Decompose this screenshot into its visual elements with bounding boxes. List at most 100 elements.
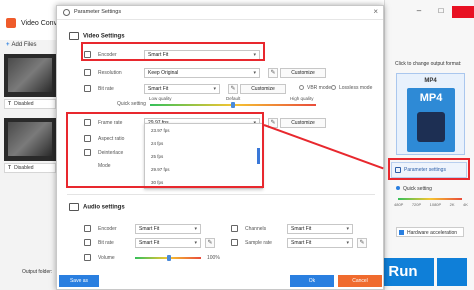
frame-rate-highlight-box bbox=[66, 112, 264, 188]
channels-value: Smart Fit bbox=[291, 226, 312, 232]
tick-label: 480P bbox=[394, 202, 404, 207]
hardware-acceleration-toggle[interactable]: Hardware acceleration bbox=[396, 227, 464, 237]
audio-encoder-icon bbox=[84, 225, 91, 232]
volume-label: Volume bbox=[98, 255, 115, 261]
dialog-titlebar: Parameter Settings × bbox=[57, 6, 383, 20]
add-files-label: Add Files bbox=[11, 42, 37, 48]
resolution-customize-button[interactable]: Customize bbox=[280, 68, 326, 78]
resolution-select[interactable]: Keep Original ▾ bbox=[144, 68, 260, 78]
pencil-icon[interactable]: ✎ bbox=[228, 84, 238, 94]
disabled-tag[interactable]: T Disabled bbox=[4, 163, 56, 173]
video-thumbnail[interactable] bbox=[4, 54, 56, 97]
output-folder-label: Output folder: bbox=[22, 269, 53, 275]
video-thumbnail[interactable] bbox=[4, 118, 56, 161]
chevron-down-icon: ▾ bbox=[194, 226, 197, 232]
checkbox-icon bbox=[399, 230, 404, 235]
radio-circle-icon bbox=[299, 85, 304, 91]
quick-setting-ticks: 480P 720P 1080P 2K 4K bbox=[394, 202, 468, 207]
audio-bitrate-value: Smart Fit bbox=[139, 240, 160, 246]
quick-setting-slider[interactable] bbox=[398, 198, 462, 200]
chevron-down-icon: ▾ bbox=[213, 86, 216, 92]
video-settings-heading: Video Settings bbox=[69, 32, 125, 40]
lossless-mode-label: Lossless mode bbox=[339, 85, 373, 91]
tick-label: 4K bbox=[463, 202, 468, 207]
sample-rate-select[interactable]: Smart Fit ▾ bbox=[287, 238, 353, 248]
radio-circle-icon bbox=[331, 85, 336, 91]
bitrate-customize-button[interactable]: Customize bbox=[240, 84, 286, 94]
tick-label: 720P bbox=[411, 202, 422, 207]
close-icon[interactable]: × bbox=[373, 7, 378, 16]
chevron-down-icon: ▾ bbox=[346, 226, 349, 232]
quick-setting-label: Quick setting bbox=[396, 186, 432, 192]
hardware-acceleration-label: Hardware acceleration bbox=[407, 230, 458, 236]
video-bitrate-select[interactable]: Smart Fit ▾ bbox=[144, 84, 220, 94]
gear-icon bbox=[63, 9, 70, 16]
alarm-clock-button[interactable] bbox=[437, 258, 467, 286]
output-format-label: Click to change output format: bbox=[395, 61, 462, 67]
audio-encoder-value: Smart Fit bbox=[139, 226, 160, 232]
section-divider bbox=[67, 194, 375, 195]
save-as-button[interactable]: Save as bbox=[59, 275, 99, 287]
video-bitrate-label: Bit rate bbox=[98, 86, 114, 92]
audio-settings-title: Audio settings bbox=[83, 204, 125, 211]
quick-setting-dot-icon bbox=[396, 186, 400, 190]
channels-select[interactable]: Smart Fit ▾ bbox=[287, 224, 353, 234]
ok-button[interactable]: Ok bbox=[290, 275, 334, 287]
lossless-mode-radio[interactable]: Lossless mode bbox=[331, 85, 372, 91]
tick-label: 1080P bbox=[429, 202, 442, 207]
low-quality-label: Low quality bbox=[149, 96, 172, 101]
cancel-button[interactable]: Cancel bbox=[338, 275, 382, 287]
volume-slider-thumb[interactable] bbox=[167, 255, 171, 261]
pencil-icon[interactable]: ✎ bbox=[205, 238, 215, 248]
mp4-format-icon: MP4 bbox=[407, 88, 455, 152]
add-files-button[interactable]: + Add Files bbox=[6, 42, 37, 48]
video-settings-title: Video Settings bbox=[83, 33, 125, 40]
resolution-icon bbox=[84, 69, 91, 76]
vbr-mode-radio[interactable]: VBR mode bbox=[299, 85, 331, 91]
default-quality-label: Default bbox=[226, 96, 241, 101]
pencil-icon[interactable]: ✎ bbox=[268, 68, 278, 78]
quick-setting-text: Quick setting bbox=[403, 186, 432, 192]
plus-icon: + bbox=[6, 42, 10, 48]
audio-bitrate-label: Bit rate bbox=[98, 240, 114, 246]
audio-settings-heading: Audio settings bbox=[69, 203, 125, 211]
sample-rate-icon bbox=[231, 239, 238, 246]
video-quick-setting-label: Quick setting bbox=[117, 101, 146, 107]
parameter-settings-highlight-box bbox=[388, 158, 470, 180]
maximize-icon[interactable]: □ bbox=[430, 6, 452, 18]
tick-label: 2K bbox=[449, 202, 455, 207]
bitrate-icon bbox=[84, 85, 91, 92]
vbr-mode-label: VBR mode bbox=[307, 85, 332, 91]
channels-icon bbox=[231, 225, 238, 232]
sample-rate-label: Sample rate bbox=[245, 240, 272, 246]
thumbnail-image bbox=[8, 122, 52, 156]
frame-rate-customize-button[interactable]: Customize bbox=[280, 118, 326, 128]
chevron-down-icon: ▾ bbox=[253, 70, 256, 76]
video-bitrate-value: Smart Fit bbox=[148, 86, 169, 92]
dialog-title: Parameter Settings bbox=[74, 9, 122, 15]
disabled-tag[interactable]: T Disabled bbox=[4, 99, 56, 109]
app-logo-icon bbox=[6, 18, 16, 28]
thumbnail-image bbox=[8, 58, 52, 92]
close-window-button[interactable] bbox=[452, 6, 474, 18]
output-format-selector[interactable]: MP4 MP4 bbox=[396, 73, 465, 155]
audio-encoder-label: Encoder bbox=[98, 226, 117, 232]
audio-icon bbox=[69, 203, 79, 211]
encoder-highlight-box bbox=[81, 42, 265, 61]
sample-rate-value: Smart Fit bbox=[291, 240, 312, 246]
audio-bitrate-select[interactable]: Smart Fit ▾ bbox=[135, 238, 201, 248]
pencil-icon[interactable]: ✎ bbox=[357, 238, 367, 248]
audio-encoder-select[interactable]: Smart Fit ▾ bbox=[135, 224, 201, 234]
minimize-icon[interactable]: – bbox=[408, 6, 430, 18]
subtitle-icon: T bbox=[8, 101, 12, 107]
film-reel-icon bbox=[417, 112, 445, 142]
output-format-name: MP4 bbox=[424, 78, 437, 84]
volume-value: 100% bbox=[207, 255, 220, 261]
quality-slider-thumb[interactable] bbox=[231, 102, 235, 108]
high-quality-label: High quality bbox=[290, 96, 314, 101]
chevron-down-icon: ▾ bbox=[194, 240, 197, 246]
disabled-tag-label: Disabled bbox=[14, 101, 34, 107]
resolution-value: Keep Original bbox=[148, 70, 179, 76]
channels-label: Channels bbox=[245, 226, 267, 232]
volume-icon bbox=[84, 254, 91, 261]
